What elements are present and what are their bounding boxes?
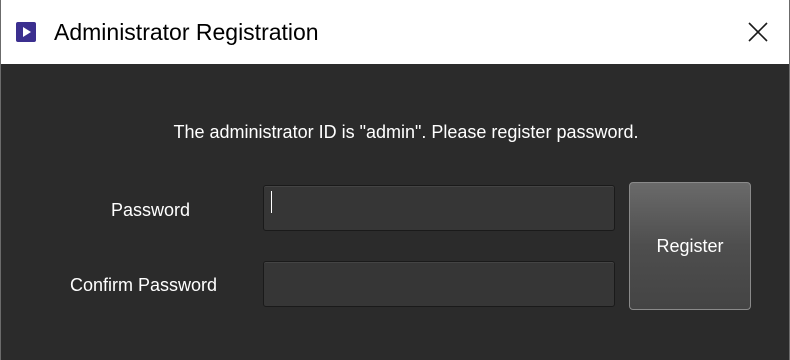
dialog-content: The administrator ID is "admin". Please … — [1, 64, 789, 360]
confirm-password-label: Confirm Password — [70, 275, 218, 295]
instruction-message: The administrator ID is "admin". Please … — [173, 122, 639, 142]
password-label: Password — [111, 200, 191, 220]
close-icon — [748, 22, 768, 42]
window-title: Administrator Registration — [54, 19, 319, 45]
register-button[interactable]: Register — [629, 182, 751, 310]
close-button[interactable] — [731, 0, 789, 64]
text-caret — [271, 191, 272, 213]
confirm-password-field[interactable] — [263, 261, 615, 307]
play-icon — [16, 22, 36, 42]
registration-window: Administrator Registration The administr… — [0, 0, 790, 360]
password-field[interactable] — [263, 185, 615, 231]
title-bar[interactable]: Administrator Registration — [1, 0, 789, 64]
